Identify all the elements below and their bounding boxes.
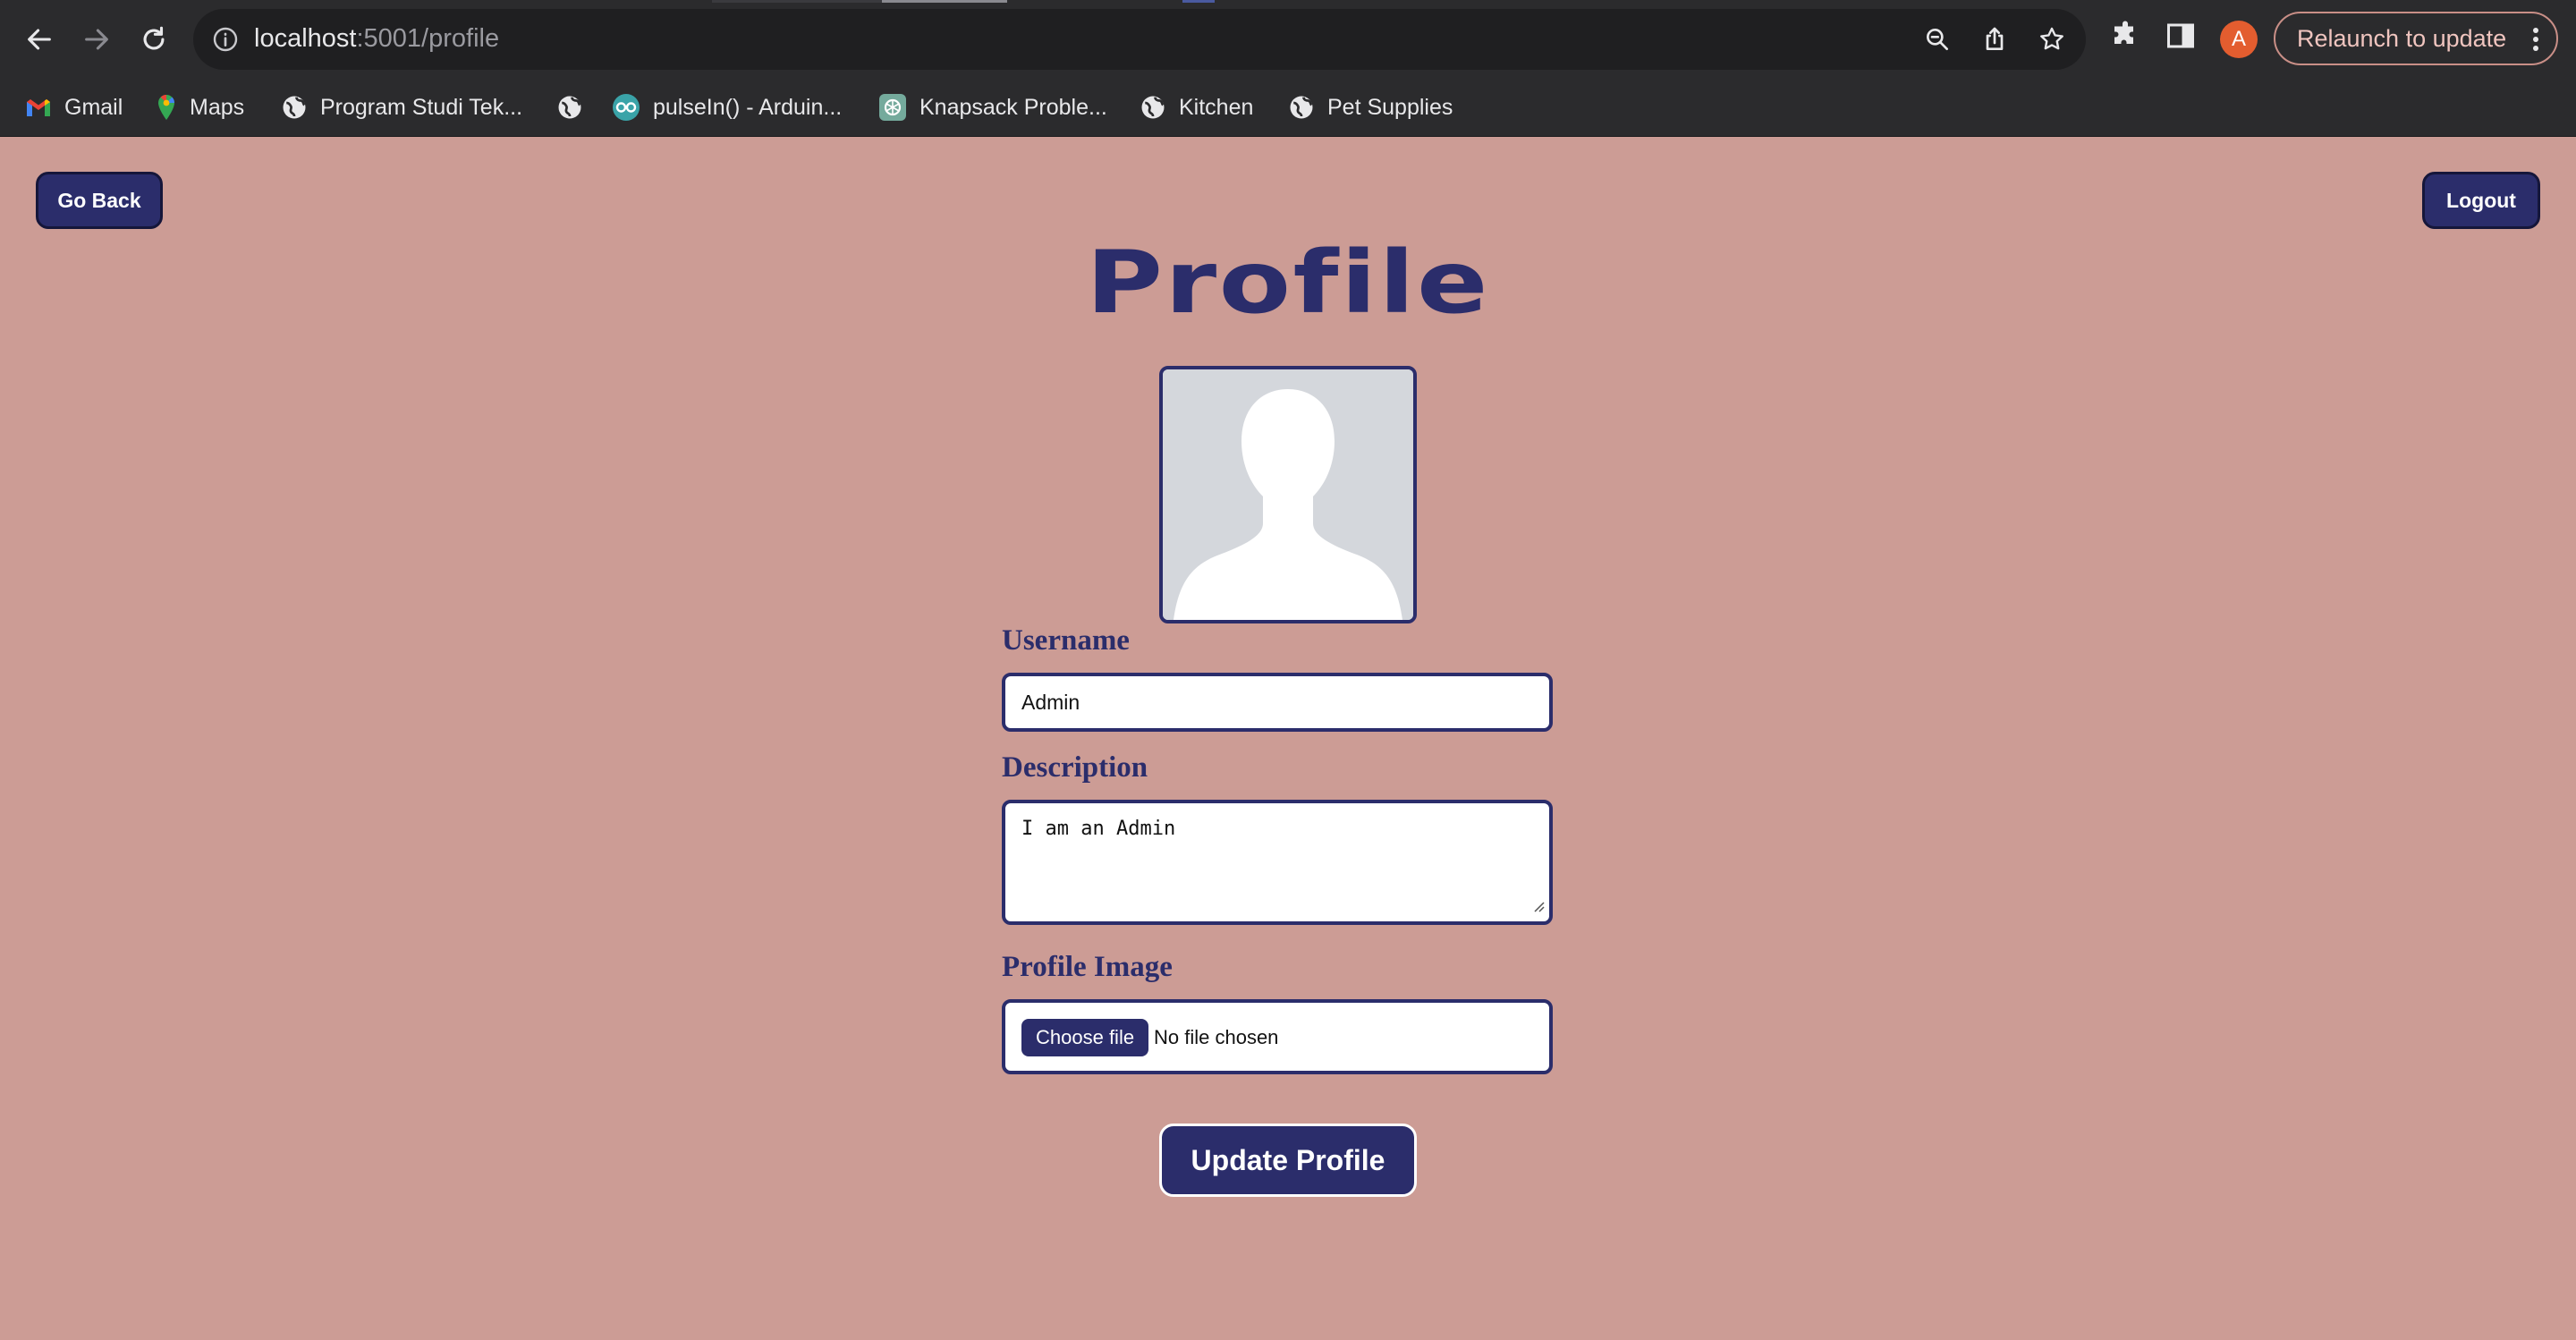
update-profile-button[interactable]: Update Profile [1159, 1124, 1417, 1197]
bookmark-label: Gmail [64, 94, 123, 120]
share-icon[interactable] [1980, 25, 2009, 58]
globe-icon [558, 96, 581, 119]
bookmark-label: Pet Supplies [1327, 94, 1453, 120]
relaunch-label: Relaunch to update [2297, 24, 2507, 52]
bookmark-label: Program Studi Tek... [320, 94, 523, 120]
choose-file-button[interactable]: Choose file [1021, 1019, 1149, 1056]
forward-icon[interactable] [75, 18, 118, 61]
relaunch-button[interactable]: Relaunch to update [2274, 12, 2558, 65]
bookmark-program-studi[interactable]: Program Studi Tek... [281, 89, 522, 125]
arduino-icon [613, 94, 640, 121]
profile-avatar-icon[interactable]: A [2220, 21, 2258, 58]
file-status-text: No file chosen [1154, 1026, 1279, 1048]
bookmark-knapsack[interactable]: Knapsack Proble... [878, 89, 1107, 125]
maps-pin-icon [158, 94, 175, 120]
bookmark-label: Knapsack Proble... [919, 94, 1107, 120]
active-tab-edge [882, 0, 1007, 3]
site-info-icon[interactable] [211, 25, 240, 58]
openai-icon [879, 94, 906, 121]
gmail-icon [27, 99, 50, 116]
tab-indicator [1182, 0, 1215, 3]
bookmark-label: pulseIn() - Arduin... [653, 94, 843, 120]
username-field[interactable] [1002, 673, 1553, 732]
description-label: Description [1002, 751, 1148, 784]
bookmark-pulsein-arduino[interactable]: pulseIn() - Arduin... [612, 89, 842, 125]
description-field[interactable]: I am an Admin [1002, 800, 1553, 925]
browser-toolbar: localhost:5001/profile A Relaunch to upd… [0, 0, 2576, 79]
bookmark-globe-unnamed[interactable] [556, 89, 583, 125]
profile-image-label: Profile Image [1002, 951, 1173, 983]
logout-button[interactable]: Logout [2422, 172, 2540, 229]
description-textarea[interactable]: I am an Admin [1021, 818, 1175, 840]
username-label: Username [1002, 624, 1130, 657]
bookmarks-bar: Gmail Maps Program Studi Tek... pulseIn(… [0, 79, 2576, 137]
address-bar[interactable]: localhost:5001/profile [193, 9, 2086, 70]
bookmark-maps[interactable]: Maps [156, 89, 244, 125]
globe-icon [1290, 96, 1313, 119]
profile-page: Go Back Logout Profile Username Descript… [0, 136, 2576, 1340]
kebab-menu-icon[interactable] [2531, 26, 2540, 59]
page-title: Profile [1086, 233, 1490, 333]
reload-icon[interactable] [132, 18, 175, 61]
bookmark-kitchen[interactable]: Kitchen [1140, 89, 1253, 125]
go-back-button[interactable]: Go Back [36, 172, 163, 229]
url-path: :5001/profile [356, 24, 500, 53]
globe-icon [283, 96, 306, 119]
url-text[interactable]: localhost:5001/profile [254, 24, 499, 54]
profile-avatar [1159, 366, 1417, 623]
bookmark-label: Maps [190, 94, 245, 120]
globe-icon [1141, 96, 1165, 119]
zoom-icon[interactable] [1923, 25, 1952, 58]
bookmark-pet-supplies[interactable]: Pet Supplies [1288, 89, 1453, 125]
bookmark-star-icon[interactable] [2038, 25, 2066, 58]
profile-image-field[interactable]: Choose file No file chosen [1002, 999, 1553, 1074]
side-panel-icon[interactable] [2165, 20, 2197, 56]
bookmark-label: Kitchen [1179, 94, 1254, 120]
resize-handle-icon[interactable] [1531, 899, 1546, 918]
username-input[interactable] [1005, 676, 1549, 728]
extensions-puzzle-icon[interactable] [2109, 20, 2141, 56]
back-icon[interactable] [18, 18, 61, 61]
url-host: localhost [254, 24, 357, 53]
user-silhouette-icon [1163, 369, 1413, 620]
bookmark-gmail[interactable]: Gmail [25, 89, 123, 125]
